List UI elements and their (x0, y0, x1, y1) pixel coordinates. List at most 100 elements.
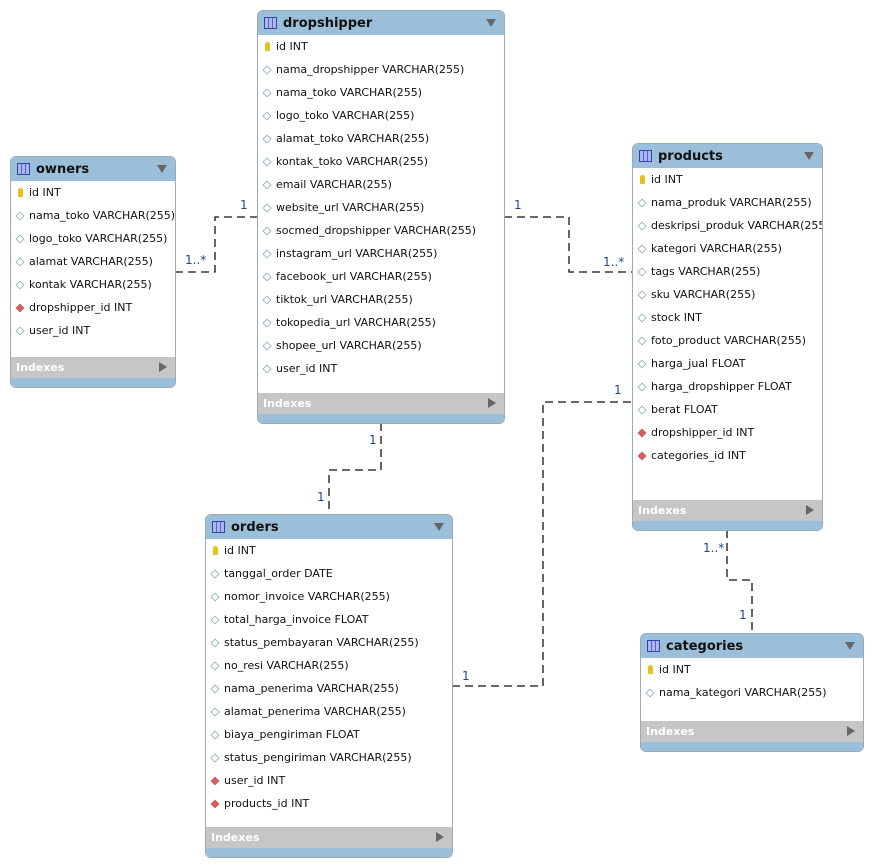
column-row[interactable]: instagram_url VARCHAR(255) (258, 242, 504, 265)
column-row[interactable]: no_resi VARCHAR(255) (206, 654, 452, 677)
column-text: nama_produk VARCHAR(255) (651, 196, 812, 209)
cardinality-label: 1 (462, 669, 470, 683)
column-row[interactable]: biaya_pengiriman FLOAT (206, 723, 452, 746)
column-row[interactable]: harga_dropshipper FLOAT (633, 375, 822, 398)
foreign-key-icon (637, 427, 647, 438)
column-row[interactable]: tiktok_url VARCHAR(255) (258, 288, 504, 311)
column-text: nama_toko VARCHAR(255) (276, 86, 423, 99)
column-row[interactable]: facebook_url VARCHAR(255) (258, 265, 504, 288)
primary-key-icon (18, 188, 23, 197)
column-icon (645, 687, 655, 698)
column-row[interactable]: nama_produk VARCHAR(255) (633, 191, 822, 214)
indexes-section[interactable]: Indexes (206, 827, 452, 848)
column-row[interactable]: logo_toko VARCHAR(255) (11, 227, 175, 250)
column-text: shopee_url VARCHAR(255) (276, 339, 422, 352)
foreign-key-icon (210, 775, 220, 786)
table-name: owners (36, 161, 90, 177)
column-row[interactable]: website_url VARCHAR(255) (258, 196, 504, 219)
column-row[interactable]: id INT (258, 35, 504, 58)
column-row[interactable]: nama_kategori VARCHAR(255) (641, 681, 863, 704)
collapse-arrow-icon[interactable] (434, 523, 444, 531)
column-text: categories_id INT (651, 449, 746, 462)
column-row[interactable]: nama_toko VARCHAR(255) (258, 81, 504, 104)
column-text: email VARCHAR(255) (276, 178, 392, 191)
column-row[interactable]: nama_penerima VARCHAR(255) (206, 677, 452, 700)
column-text: dropshipper_id INT (651, 426, 755, 439)
table-categories[interactable]: categories id INT nama_kategori VARCHAR(25… (640, 633, 864, 752)
column-row[interactable]: harga_jual FLOAT (633, 352, 822, 375)
column-row[interactable]: berat FLOAT (633, 398, 822, 421)
column-row[interactable]: user_id INT (258, 357, 504, 380)
column-text: nomor_invoice VARCHAR(255) (224, 590, 390, 603)
column-text: kontak_toko VARCHAR(255) (276, 155, 428, 168)
indexes-section[interactable]: Indexes (11, 357, 175, 378)
collapse-arrow-icon[interactable] (157, 165, 167, 173)
column-row[interactable]: kategori VARCHAR(255) (633, 237, 822, 260)
indexes-section[interactable]: Indexes (633, 500, 822, 521)
column-row[interactable]: categories_id INT (633, 444, 822, 467)
expand-arrow-icon[interactable] (159, 362, 167, 372)
table-footer (633, 521, 822, 530)
table-orders[interactable]: orders id INT tanggal_order DATE nomor_invo… (205, 514, 453, 858)
column-row[interactable]: nomor_invoice VARCHAR(255) (206, 585, 452, 608)
collapse-arrow-icon[interactable] (486, 19, 496, 27)
column-icon (15, 279, 25, 290)
column-row[interactable]: kontak_toko VARCHAR(255) (258, 150, 504, 173)
collapse-arrow-icon[interactable] (845, 642, 855, 650)
table-owners[interactable]: owners id INT nama_toko VARCHAR(255) logo_t… (10, 156, 176, 388)
column-row[interactable]: id INT (641, 658, 863, 681)
column-row[interactable]: deskripsi_produk VARCHAR(255) (633, 214, 822, 237)
column-row[interactable]: user_id INT (11, 319, 175, 342)
table-dropshipper[interactable]: dropshipper id INT nama_dropshipper VARCHA… (257, 10, 505, 424)
column-text: tokopedia_url VARCHAR(255) (276, 316, 436, 329)
column-row[interactable]: status_pembayaran VARCHAR(255) (206, 631, 452, 654)
column-icon (262, 156, 272, 167)
column-icon (262, 87, 272, 98)
column-row[interactable]: alamat_penerima VARCHAR(255) (206, 700, 452, 723)
column-row[interactable]: tags VARCHAR(255) (633, 260, 822, 283)
column-row[interactable]: nama_dropshipper VARCHAR(255) (258, 58, 504, 81)
column-row[interactable]: dropshipper_id INT (633, 421, 822, 444)
column-icon (262, 133, 272, 144)
column-row[interactable]: user_id INT (206, 769, 452, 792)
expand-arrow-icon[interactable] (488, 398, 496, 408)
column-row[interactable]: products_id INT (206, 792, 452, 815)
column-row[interactable]: alamat VARCHAR(255) (11, 250, 175, 273)
table-products[interactable]: products id INT nama_produk VARCHAR(255) de… (632, 143, 823, 531)
table-header[interactable]: dropshipper (258, 11, 504, 35)
table-header[interactable]: categories (641, 634, 863, 658)
column-text: user_id INT (276, 362, 338, 375)
table-header[interactable]: orders (206, 515, 452, 539)
column-row[interactable]: email VARCHAR(255) (258, 173, 504, 196)
column-row[interactable]: tanggal_order DATE (206, 562, 452, 585)
column-row[interactable]: sku VARCHAR(255) (633, 283, 822, 306)
column-row[interactable]: shopee_url VARCHAR(255) (258, 334, 504, 357)
column-row[interactable]: id INT (206, 539, 452, 562)
column-row[interactable]: alamat_toko VARCHAR(255) (258, 127, 504, 150)
column-row[interactable]: stock INT (633, 306, 822, 329)
table-header[interactable]: owners (11, 157, 175, 181)
table-icon (17, 163, 30, 175)
column-text: logo_toko VARCHAR(255) (29, 232, 168, 245)
indexes-section[interactable]: Indexes (258, 393, 504, 414)
expand-arrow-icon[interactable] (806, 505, 814, 515)
expand-arrow-icon[interactable] (436, 832, 444, 842)
collapse-arrow-icon[interactable] (804, 152, 814, 160)
indexes-section[interactable]: Indexes (641, 721, 863, 742)
column-row[interactable]: logo_toko VARCHAR(255) (258, 104, 504, 127)
column-row[interactable]: tokopedia_url VARCHAR(255) (258, 311, 504, 334)
column-row[interactable]: id INT (633, 168, 822, 191)
column-row[interactable]: dropshipper_id INT (11, 296, 175, 319)
column-text: total_harga_invoice FLOAT (224, 613, 369, 626)
column-row[interactable]: status_pengiriman VARCHAR(255) (206, 746, 452, 769)
column-row[interactable]: nama_toko VARCHAR(255) (11, 204, 175, 227)
cardinality-label: 1 (614, 383, 622, 397)
expand-arrow-icon[interactable] (847, 726, 855, 736)
column-text: alamat_penerima VARCHAR(255) (224, 705, 406, 718)
column-row[interactable]: kontak VARCHAR(255) (11, 273, 175, 296)
column-row[interactable]: socmed_dropshipper VARCHAR(255) (258, 219, 504, 242)
column-row[interactable]: id INT (11, 181, 175, 204)
column-row[interactable]: total_harga_invoice FLOAT (206, 608, 452, 631)
column-row[interactable]: foto_product VARCHAR(255) (633, 329, 822, 352)
table-header[interactable]: products (633, 144, 822, 168)
